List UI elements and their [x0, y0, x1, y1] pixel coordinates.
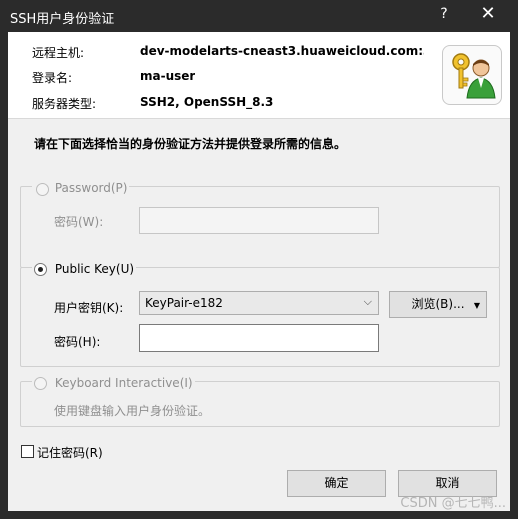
instruction-text: 请在下面选择恰当的身份验证方法并提供登录所需的信息。 [34, 137, 347, 151]
connection-info-header: 远程主机: dev-modelarts-cneast3.huaweicloud.… [8, 32, 510, 119]
keyboard-interactive-description: 使用键盘输入用户身份验证。 [54, 404, 211, 418]
user-key-label: 用户密钥(K): [54, 301, 124, 315]
passphrase-input[interactable] [139, 324, 379, 352]
server-type-label: 服务器类型: [32, 97, 97, 111]
password-field-label: 密码(W): [54, 215, 104, 229]
publickey-radio-container[interactable]: Public Key(U) [32, 262, 137, 276]
publickey-radio-label: Public Key(U) [54, 262, 135, 276]
title-bar: SSH用户身份验证 ? ✕ [0, 0, 518, 32]
dropdown-arrow-icon: ▼ [473, 301, 480, 310]
remote-host-label: 远程主机: [32, 46, 85, 60]
publickey-radio[interactable] [34, 263, 47, 276]
password-radio[interactable] [36, 183, 49, 196]
help-button[interactable]: ? [436, 6, 452, 22]
chevron-down-icon: ⌵ [363, 295, 372, 308]
close-button[interactable]: ✕ [478, 3, 498, 24]
keyboard-interactive-radio[interactable] [34, 377, 47, 390]
window-title: SSH用户身份验证 [10, 12, 115, 27]
ssh-auth-dialog: SSH用户身份验证 ? ✕ 远程主机: dev-modelarts-cneast… [0, 0, 518, 519]
server-type-value: SSH2, OpenSSH_8.3 [140, 95, 274, 109]
remember-password-checkbox[interactable] [21, 445, 34, 458]
keyboard-interactive-label: Keyboard Interactive(I) [54, 376, 193, 390]
dialog-body: 远程主机: dev-modelarts-cneast3.huaweicloud.… [8, 32, 510, 511]
watermark-text: CSDN @七七鸭... [400, 496, 506, 511]
password-input[interactable] [139, 207, 379, 234]
password-radio-label: Password(P) [54, 181, 128, 195]
user-key-select[interactable]: KeyPair-e182 ⌵ [139, 291, 379, 315]
remote-host-value: dev-modelarts-cneast3.huaweicloud.com:30… [140, 44, 424, 58]
password-radio-container[interactable]: Password(P) [32, 181, 130, 196]
passphrase-label: 密码(H): [54, 335, 101, 349]
key-user-icon [442, 45, 502, 105]
browse-button[interactable]: 浏览(B)... ▼ [389, 291, 487, 318]
ok-button[interactable]: 确定 [287, 470, 386, 497]
login-name-value: ma-user [140, 69, 196, 83]
login-name-label: 登录名: [32, 71, 73, 85]
remember-password-label: 记住密码(R) [37, 446, 103, 460]
user-key-value: KeyPair-e182 [145, 296, 223, 310]
keyboard-radio-container[interactable]: Keyboard Interactive(I) [32, 376, 195, 390]
browse-button-label: 浏览(B)... [411, 297, 465, 311]
